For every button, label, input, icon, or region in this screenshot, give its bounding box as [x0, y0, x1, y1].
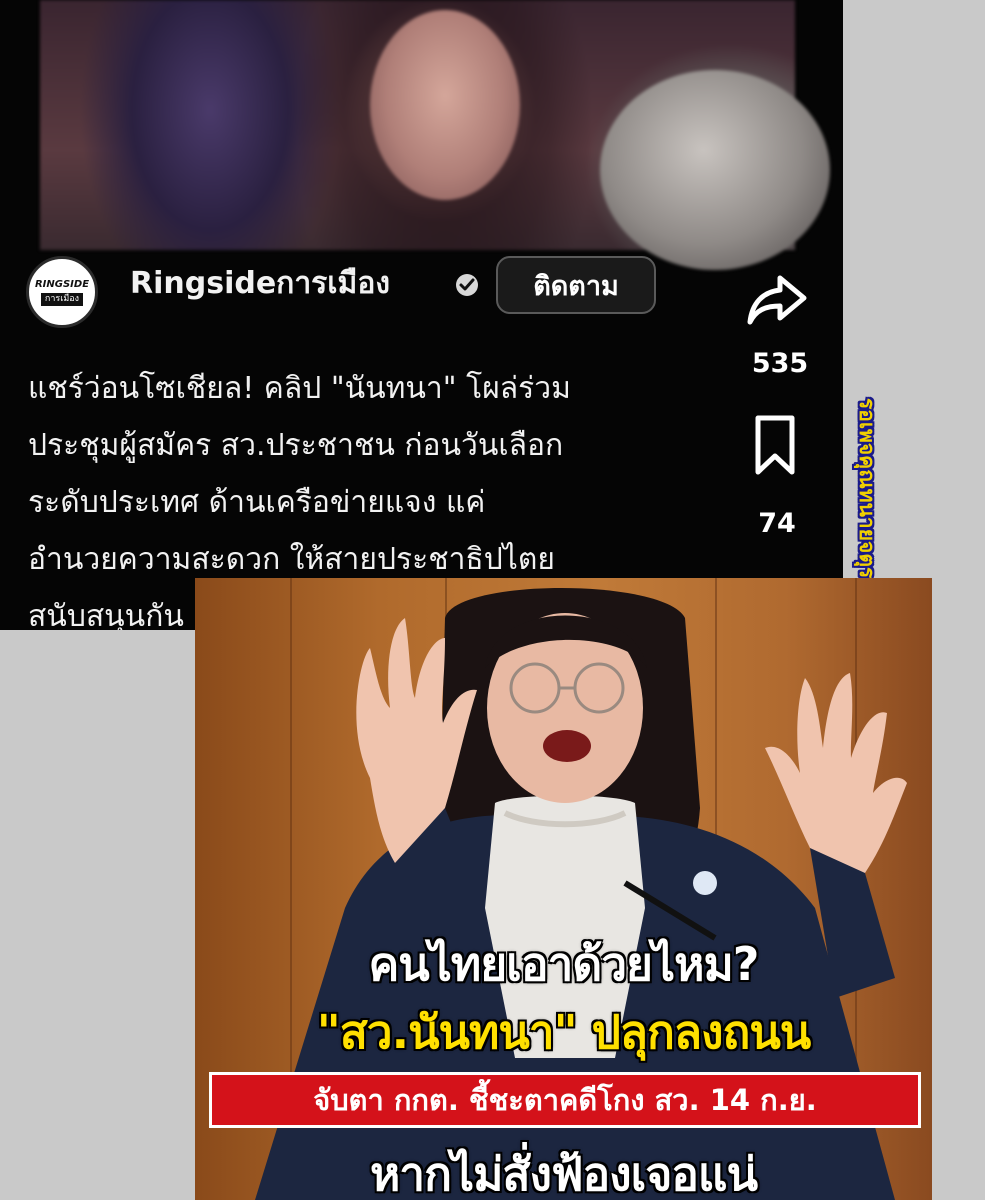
caption-line: ประชุมผู้สมัคร สว.ประชาชน ก่อนวันเลือก — [28, 428, 564, 463]
headline-question: คนไทยเอาด้วยไหม? — [368, 937, 760, 991]
channel-name[interactable]: Ringsideการเมือง — [130, 266, 390, 302]
bookmark-count: 74 — [758, 508, 796, 539]
photo-mouth — [543, 730, 591, 762]
follow-button[interactable]: ติดตาม — [496, 256, 656, 314]
news-photo-card: คนไทยเอาด้วยไหม? "สว.นันทนา" ปลุกลงถนน จ… — [195, 578, 932, 1200]
share-arrow-icon[interactable] — [746, 272, 808, 328]
headline-red-banner: จับตา กกต. ชี้ชะตาคดีโกง สว. 14 ก.ย. — [209, 1072, 921, 1128]
video-post-panel: RINGSIDE การเมือง Ringsideการเมือง ติดตา… — [0, 0, 843, 630]
post-header: RINGSIDE การเมือง Ringsideการเมือง ติดตา… — [0, 248, 843, 328]
headline-yellow: "สว.นันทนา" ปลุกลงถนน — [316, 1005, 811, 1059]
photo-right-hand — [765, 673, 907, 880]
bookmark-icon[interactable] — [752, 414, 798, 476]
video-figure-head — [600, 70, 830, 270]
avatar-logo-bottom: การเมือง — [40, 292, 84, 306]
verified-badge-icon — [456, 274, 478, 296]
photo-pin — [693, 871, 717, 895]
headline-bottom: หากไม่สั่งฟ้องเจอแน่ — [369, 1147, 758, 1200]
avatar-logo-top: RINGSIDE — [34, 278, 90, 290]
caption-line: แชร์ว่อนโซเชียล! คลิป "นันทนา" โผล่ร่วม — [28, 371, 571, 406]
side-actions: 535 74 — [740, 262, 820, 630]
video-figure-face — [370, 10, 520, 200]
video-thumbnail[interactable] — [40, 0, 830, 270]
share-count: 535 — [751, 348, 809, 379]
caption-line: ระดับประเทศ ด้านเครือข่ายแจง แค่ — [28, 485, 486, 520]
channel-avatar[interactable]: RINGSIDE การเมือง — [26, 256, 98, 328]
